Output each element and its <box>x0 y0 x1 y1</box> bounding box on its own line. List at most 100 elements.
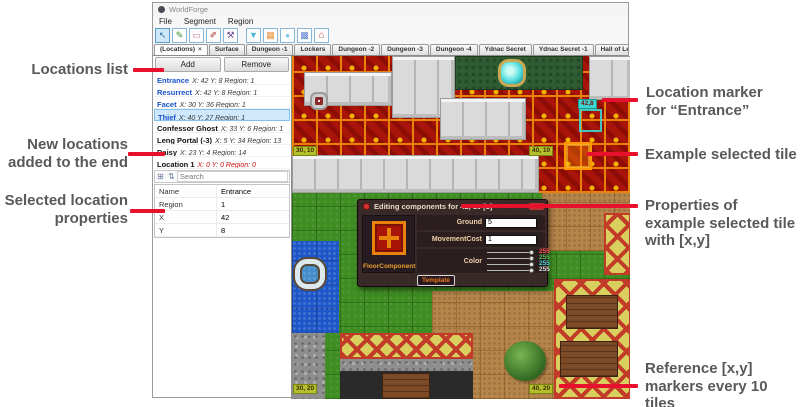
roof-icon: ⌂ <box>318 31 324 41</box>
droplet-tool-button[interactable]: ● <box>280 28 295 43</box>
color-sliders: 255 255 255 255 <box>485 249 545 273</box>
walkway[interactable] <box>440 98 526 140</box>
cobble-area[interactable] <box>455 56 583 90</box>
edit-components-dialog[interactable]: Editing components for 42, 10 [1] × Floo… <box>357 199 548 287</box>
tab-ydnac-secret-1[interactable]: Ydnac Secret -1 <box>533 44 594 55</box>
tree[interactable] <box>504 341 546 381</box>
floor-tile-preview <box>372 221 406 255</box>
ground-input[interactable] <box>485 218 537 228</box>
title-bar[interactable]: WorldForge <box>153 3 628 16</box>
menu-region[interactable]: Region <box>222 17 259 26</box>
tab-lockers[interactable]: Lockers <box>294 44 331 55</box>
slider-knob[interactable] <box>529 250 534 255</box>
movementcost-input[interactable] <box>485 235 537 245</box>
selected-tile-highlight[interactable] <box>564 142 592 170</box>
ground-label: Ground <box>417 219 485 226</box>
list-item-confessor-ghost[interactable]: Confessor GhostX: 33 Y: 6 Region: 1 <box>154 121 290 133</box>
search-input[interactable] <box>177 171 288 182</box>
annotation-tile-properties: Properties of example selected tile with… <box>645 197 800 250</box>
pencil-tool-button[interactable]: ✎ <box>172 28 187 43</box>
portal-object[interactable] <box>498 59 526 87</box>
ring-object[interactable] <box>295 259 325 289</box>
annotation-reference-markers: Reference [x,y] markers every 10 tiles <box>645 360 800 407</box>
remove-button[interactable]: Remove <box>224 57 290 72</box>
annotation-example-tile: Example selected tile <box>645 146 800 164</box>
locations-list: EntranceX: 42 Y: 8 Region: 1 ResurrectX:… <box>154 73 290 169</box>
tile-tool-button[interactable]: ▦ <box>263 28 278 43</box>
menu-file[interactable]: File <box>153 17 178 26</box>
droplet-icon: ● <box>285 32 290 40</box>
movementcost-field-row: MovementCost <box>417 232 545 247</box>
tab-locations[interactable]: (Locations)× <box>154 44 208 56</box>
select-tool-button[interactable]: ↖ <box>155 28 170 43</box>
entrance-marked-tile[interactable] <box>579 109 602 132</box>
property-row-name[interactable]: NameEntrance <box>155 185 289 198</box>
list-item-resurrect[interactable]: ResurrectX: 42 Y: 8 Region: 1 <box>154 85 290 97</box>
walkway[interactable] <box>292 155 539 193</box>
arrow-reference-markers <box>559 384 638 388</box>
slider-knob[interactable] <box>529 256 534 261</box>
select-icon: ↖ <box>159 31 167 40</box>
building-roof <box>340 333 473 359</box>
filter-icon: ▼ <box>249 31 258 40</box>
property-row-x[interactable]: X42 <box>155 211 289 224</box>
map-view[interactable]: 42,8 30, 10 40, 10 30, 20 40, 20 Editing… <box>291 56 630 399</box>
hammer-tool-button[interactable]: ⚒ <box>223 28 238 43</box>
window-title: WorldForge <box>169 5 208 14</box>
list-item-leng-portal[interactable]: Leng Portal (-3)X: 5 Y: 34 Region: 13 <box>154 133 290 145</box>
ground-field-row: Ground <box>417 215 545 230</box>
building-right[interactable] <box>604 213 630 275</box>
tab-bar: (Locations)× Surface Dungeon -1 Lockers … <box>153 44 628 56</box>
tab-surface[interactable]: Surface <box>209 44 245 55</box>
property-row-y[interactable]: Y8 <box>155 224 289 237</box>
tab-ydnac-secret[interactable]: Ydnac Secret <box>479 44 532 55</box>
arrow-locations-list <box>133 68 164 72</box>
list-item-thief[interactable]: ThiefX: 40 Y: 27 Region: 1 <box>154 109 290 121</box>
building-bottom-right[interactable] <box>554 279 630 399</box>
list-buttons: Add Remove <box>153 57 291 72</box>
entrance-location-marker[interactable]: 42,8 <box>578 99 597 109</box>
tab-close-icon[interactable]: × <box>198 46 202 53</box>
building-left[interactable] <box>340 333 473 399</box>
list-item-location-1[interactable]: Location 1X: 0 Y: 0 Region: 0 <box>154 157 290 169</box>
locations-panel: Add Remove EntranceX: 42 Y: 8 Region: 1 … <box>153 56 291 397</box>
app-icon <box>158 6 165 13</box>
eraser-tool-button[interactable]: ▭ <box>189 28 204 43</box>
list-item-entrance[interactable]: EntranceX: 42 Y: 8 Region: 1 <box>154 73 290 85</box>
tab-hall-of-legends[interactable]: Hall of Legends <box>595 44 628 55</box>
arrow-location-marker <box>602 98 638 102</box>
add-button[interactable]: Add <box>155 57 221 72</box>
menu-bar: File Segment Region <box>153 16 628 27</box>
alpha-slider[interactable]: 255 <box>485 267 545 273</box>
grid-tool-button[interactable]: ▩ <box>297 28 312 43</box>
menu-segment[interactable]: Segment <box>178 17 222 26</box>
pedestal-object[interactable] <box>310 92 328 110</box>
template-button[interactable]: Template <box>417 275 455 286</box>
tab-dungeon-1[interactable]: Dungeon -1 <box>246 44 294 55</box>
list-item-facet[interactable]: FacetX: 30 Y: 36 Region: 1 <box>154 97 290 109</box>
annotation-location-marker: Location marker for “Entrance” <box>646 84 796 119</box>
movementcost-label: MovementCost <box>417 236 485 243</box>
grid-icon: ▩ <box>300 31 309 40</box>
slider-knob[interactable] <box>529 268 534 273</box>
picker-tool-button[interactable]: ✐ <box>206 28 221 43</box>
tab-dungeon-3[interactable]: Dungeon -3 <box>381 44 429 55</box>
slider-knob[interactable] <box>529 262 534 267</box>
tab-dungeon-2[interactable]: Dungeon -2 <box>332 44 380 55</box>
hammer-icon: ⚒ <box>226 31 234 40</box>
tab-dungeon-4[interactable]: Dungeon -4 <box>430 44 478 55</box>
list-item-daisy[interactable]: DaisyX: 23 Y: 4 Region: 14 <box>154 145 290 157</box>
property-row-region[interactable]: Region1 <box>155 198 289 211</box>
tile-icon: ▦ <box>266 31 275 40</box>
sort-icon[interactable]: ⇅ <box>166 171 177 182</box>
categorize-icon[interactable]: ⊞ <box>155 171 166 182</box>
arrow-new-locations <box>128 152 165 156</box>
roof-tool-button[interactable]: ⌂ <box>314 28 329 43</box>
reference-marker-30-10: 30, 10 <box>293 146 317 156</box>
walkway[interactable] <box>589 56 630 100</box>
property-search-bar: ⊞ ⇅ <box>154 170 290 183</box>
filter-tool-button[interactable]: ▼ <box>246 28 261 43</box>
page: Locations list New locations added to th… <box>0 0 800 407</box>
annotation-locations-list: Locations list <box>0 61 128 79</box>
building-wall <box>340 359 473 371</box>
